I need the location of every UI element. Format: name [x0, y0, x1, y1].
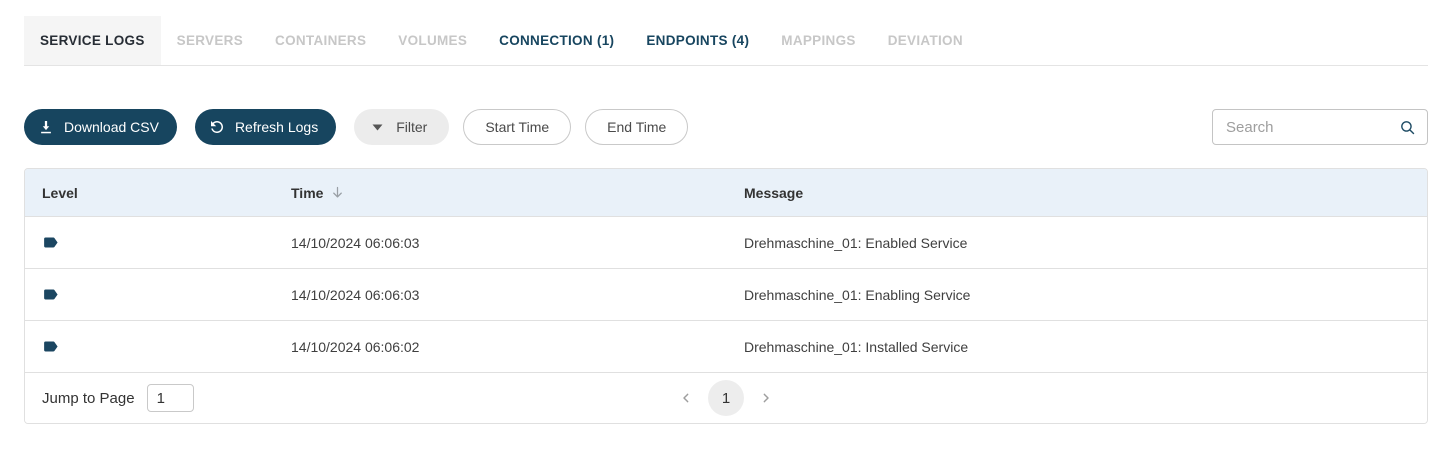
jump-to-page-input[interactable]	[147, 384, 194, 412]
label-icon	[42, 286, 59, 303]
tab-endpoints[interactable]: ENDPOINTS (4)	[630, 16, 765, 65]
time-cell: 14/10/2024 06:06:03	[291, 235, 744, 251]
page-number-button[interactable]: 1	[708, 380, 744, 416]
end-time-label: End Time	[607, 119, 666, 135]
column-header-time[interactable]: Time	[291, 185, 744, 201]
next-page-button[interactable]	[754, 386, 778, 410]
download-icon	[37, 118, 55, 136]
chevron-down-icon	[372, 124, 383, 131]
start-time-label: Start Time	[485, 119, 549, 135]
end-time-button[interactable]: End Time	[585, 109, 688, 145]
tab-bar: SERVICE LOGS SERVERS CONTAINERS VOLUMES …	[24, 16, 1428, 66]
download-csv-label: Download CSV	[64, 119, 159, 135]
message-cell: Drehmaschine_01: Enabled Service	[744, 235, 1427, 251]
refresh-icon	[208, 118, 226, 136]
pagination: 1	[674, 380, 778, 416]
table-row[interactable]: 14/10/2024 06:06:03 Drehmaschine_01: Ena…	[25, 268, 1427, 320]
tab-containers[interactable]: CONTAINERS	[259, 16, 382, 65]
toolbar: Download CSV Refresh Logs Filter Start T…	[24, 109, 1428, 145]
level-cell	[42, 286, 291, 303]
start-time-button[interactable]: Start Time	[463, 109, 571, 145]
filter-button[interactable]: Filter	[354, 109, 449, 145]
search-input[interactable]	[1213, 119, 1399, 136]
table-row[interactable]: 14/10/2024 06:06:02 Drehmaschine_01: Ins…	[25, 320, 1427, 372]
tab-connection[interactable]: CONNECTION (1)	[483, 16, 630, 65]
download-csv-button[interactable]: Download CSV	[24, 109, 177, 145]
service-logs-table: Level Time Message 14/10/2024 06:06:03 D…	[24, 168, 1428, 424]
tab-servers[interactable]: SERVERS	[161, 16, 259, 65]
message-cell: Drehmaschine_01: Enabling Service	[744, 287, 1427, 303]
tab-deviation[interactable]: DEVIATION	[872, 16, 979, 65]
tab-service-logs[interactable]: SERVICE LOGS	[24, 16, 161, 65]
level-header-label: Level	[42, 185, 78, 201]
column-header-level[interactable]: Level	[42, 185, 291, 201]
level-cell	[42, 234, 291, 251]
table-footer: Jump to Page 1	[25, 372, 1427, 423]
column-header-message[interactable]: Message	[744, 185, 1427, 201]
label-icon	[42, 234, 59, 251]
message-header-label: Message	[744, 185, 803, 201]
level-cell	[42, 338, 291, 355]
refresh-logs-button[interactable]: Refresh Logs	[195, 109, 336, 145]
tab-mappings[interactable]: MAPPINGS	[765, 16, 871, 65]
sort-descending-icon[interactable]	[330, 185, 345, 200]
jump-to-page-label: Jump to Page	[42, 390, 135, 407]
tab-volumes[interactable]: VOLUMES	[382, 16, 483, 65]
table-row[interactable]: 14/10/2024 06:06:03 Drehmaschine_01: Ena…	[25, 216, 1427, 268]
message-cell: Drehmaschine_01: Installed Service	[744, 339, 1427, 355]
search-icon[interactable]	[1399, 119, 1416, 136]
table-header-row: Level Time Message	[25, 169, 1427, 216]
filter-label: Filter	[396, 119, 427, 135]
time-cell: 14/10/2024 06:06:02	[291, 339, 744, 355]
previous-page-button[interactable]	[674, 386, 698, 410]
search-box	[1212, 109, 1428, 145]
time-cell: 14/10/2024 06:06:03	[291, 287, 744, 303]
refresh-logs-label: Refresh Logs	[235, 119, 318, 135]
time-header-label: Time	[291, 185, 323, 201]
label-icon	[42, 338, 59, 355]
